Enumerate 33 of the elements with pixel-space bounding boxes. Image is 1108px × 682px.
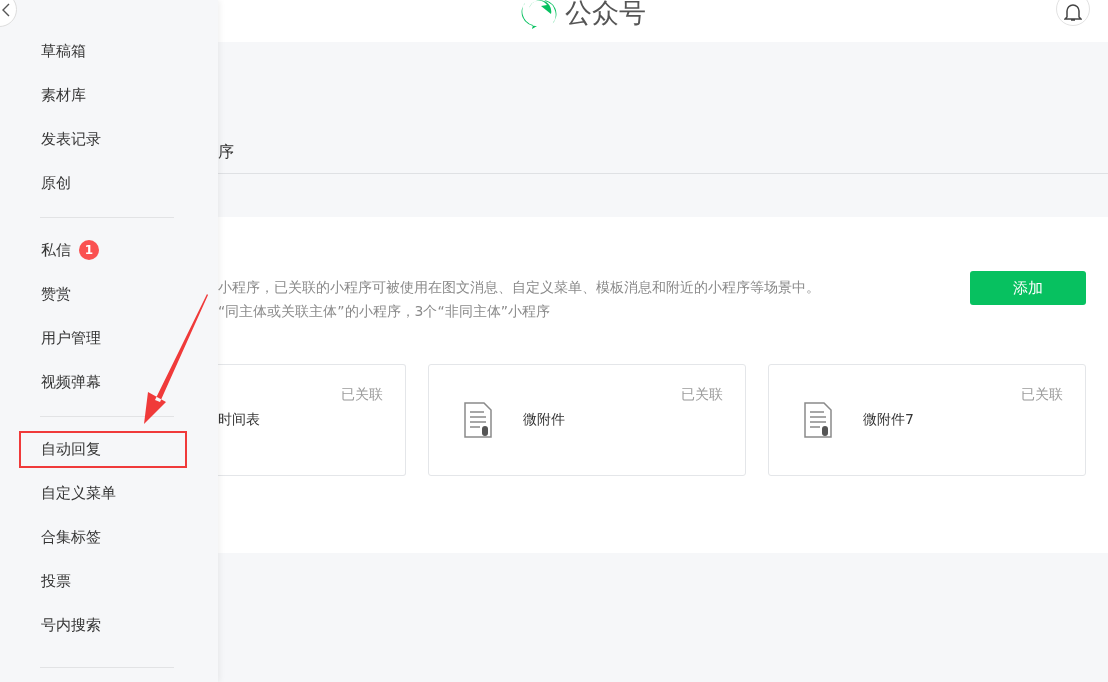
sidebar-item[interactable]: 私信 [19,231,73,269]
document-icon [463,401,493,439]
mini-program-name: 微附件7 [863,411,914,429]
sidebar-item[interactable]: 发表记录 [19,120,103,158]
sidebar-item[interactable]: 赞赏 [19,275,73,313]
description-text: 小程序，已关联的小程序可被使用在图文消息、自定义菜单、模板消息和附近的小程序等场景中。 [218,278,820,297]
description-text: “同主体或关联主体”的小程序，3个“非同主体”小程序 [218,302,551,321]
bell-icon [1064,2,1082,22]
mini-program-card[interactable]: 已关联 微附件7 [768,364,1086,476]
status-label: 已关联 [1021,386,1063,404]
sidebar-item[interactable]: 自动回复 [19,430,187,468]
sidebar-item[interactable]: 投票 [19,562,73,600]
app-title: 公众号 [565,0,646,29]
logo-icon [521,0,557,29]
mini-program-card[interactable]: 已关联 微附件 [428,364,746,476]
mini-program-card[interactable]: 已关联 时间表 [218,364,406,476]
sidebar-item[interactable]: 自定义菜单 [19,474,118,512]
sidebar-item[interactable]: 用户管理 [19,319,103,357]
unread-badge: 1 [79,240,99,260]
mini-program-name: 微附件 [523,411,565,429]
notification-button[interactable] [1056,0,1090,26]
sidebar-item[interactable]: 草稿箱 [19,32,88,70]
sidebar-item[interactable]: 视频弹幕 [19,363,103,401]
sidebar-item[interactable]: 号内搜索 [19,606,103,644]
sidebar-item[interactable]: 原创 [19,164,73,202]
tab[interactable]: 序 [218,142,234,173]
status-label: 已关联 [341,386,383,404]
back-icon [2,2,10,17]
sidebar-item[interactable]: 素材库 [19,76,88,114]
sidebar-item[interactable]: 合集标签 [19,518,103,556]
status-label: 已关联 [681,386,723,404]
mini-program-name: 时间表 [218,411,260,429]
document-icon [803,401,833,439]
